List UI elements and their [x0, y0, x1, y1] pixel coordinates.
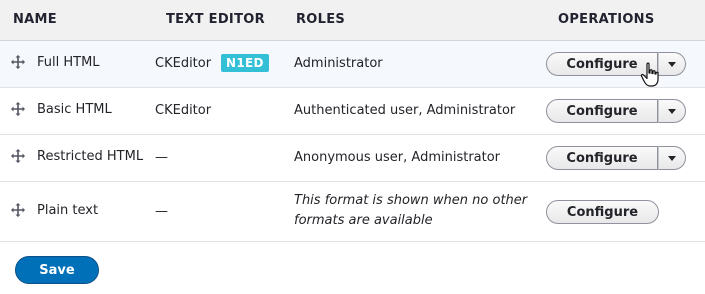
- format-name: Full HTML: [37, 55, 100, 70]
- roles-value: Administrator: [294, 56, 383, 71]
- configure-button[interactable]: Configure: [546, 146, 658, 170]
- chevron-down-icon: [668, 155, 676, 161]
- drag-handle-icon[interactable]: [11, 203, 25, 217]
- format-name: Basic HTML: [37, 102, 112, 117]
- chevron-down-icon: [668, 61, 676, 67]
- table-row: Basic HTML CKEditor Authenticated user, …: [0, 88, 705, 135]
- roles-description-line: formats are available: [294, 213, 433, 228]
- operations-toggle[interactable]: [658, 99, 686, 123]
- roles-value: Authenticated user, Administrator: [294, 103, 516, 118]
- hand-cursor-icon: [640, 62, 659, 87]
- configure-button[interactable]: Configure: [546, 99, 658, 123]
- operations-dropbutton: Configure: [546, 99, 686, 123]
- column-header-roles: ROLES: [296, 12, 346, 27]
- editor-badge: N1ED: [221, 54, 269, 72]
- text-editor-value: —: [155, 150, 168, 165]
- text-editor-value: CKEditor: [155, 56, 212, 71]
- drag-handle-icon[interactable]: [11, 102, 25, 116]
- table-row: Full HTML CKEditor N1ED Administrator Co…: [0, 41, 705, 88]
- operations-dropbutton: Configure: [546, 146, 686, 170]
- table-header: NAME TEXT EDITOR ROLES OPERATIONS: [0, 0, 705, 41]
- operations-button-group: Configure: [546, 200, 659, 224]
- roles-description-line: This format is shown when no other: [294, 193, 528, 208]
- operations-toggle[interactable]: [658, 146, 686, 170]
- table-row: Restricted HTML — Anonymous user, Admini…: [0, 135, 705, 182]
- column-header-text-editor: TEXT EDITOR: [166, 12, 265, 27]
- format-name: Restricted HTML: [37, 149, 144, 164]
- chevron-down-icon: [668, 108, 676, 114]
- roles-description: This format is shown when no other forma…: [294, 191, 527, 231]
- table-row: Plain text — This format is shown when n…: [0, 182, 705, 242]
- format-name: Plain text: [37, 203, 99, 218]
- text-formats-table: NAME TEXT EDITOR ROLES OPERATIONS Full H…: [0, 0, 705, 242]
- configure-button[interactable]: Configure: [546, 200, 659, 224]
- drag-handle-icon[interactable]: [11, 55, 25, 69]
- column-header-name: NAME: [13, 12, 57, 27]
- roles-value: Anonymous user, Administrator: [294, 150, 501, 165]
- save-button[interactable]: Save: [15, 256, 99, 284]
- drag-handle-icon[interactable]: [11, 149, 25, 163]
- column-header-operations: OPERATIONS: [558, 12, 655, 27]
- operations-toggle[interactable]: [658, 52, 686, 76]
- operations-dropbutton: Configure: [546, 52, 686, 76]
- text-editor-value: —: [155, 204, 168, 219]
- text-editor-value: CKEditor: [155, 103, 212, 118]
